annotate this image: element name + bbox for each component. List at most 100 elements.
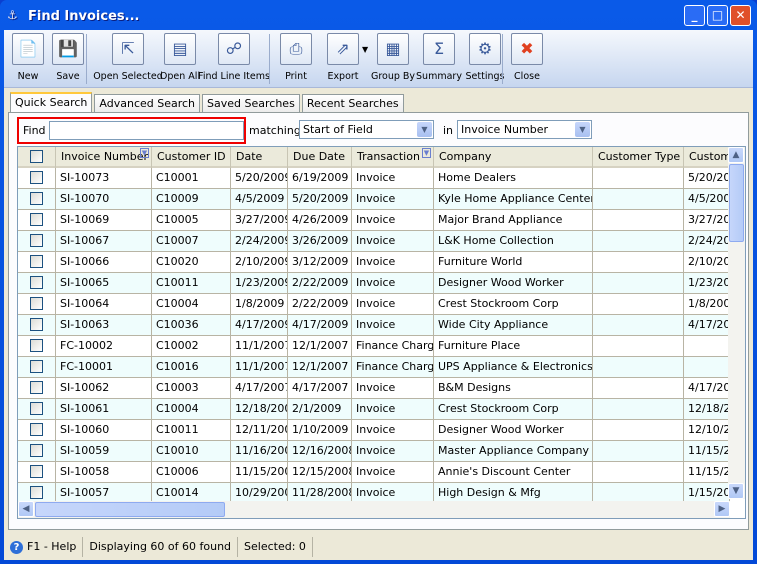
row-checkbox-cell[interactable] — [18, 252, 56, 272]
row-checkbox-cell[interactable] — [18, 315, 56, 335]
filter-icon[interactable]: ▼ — [140, 148, 149, 158]
table-row[interactable]: SI-10065 C10011 1/23/2009 2/22/2009 Invoice D… — [18, 273, 730, 294]
filter-icon[interactable]: ▼ — [422, 148, 431, 158]
scroll-down-button[interactable]: ▼ — [728, 483, 744, 499]
row-checkbox-cell[interactable] — [18, 168, 56, 188]
column-header-customer[interactable]: Customer — [684, 147, 730, 168]
table-row[interactable]: SI-10063 C10036 4/17/2009 4/17/2009 Invoice W… — [18, 315, 730, 336]
table-row[interactable]: SI-10058C1000611/15/200812/15/2008Invoic… — [18, 462, 730, 483]
toolbar-save-button[interactable]: 💾 Save — [48, 33, 88, 82]
table-row[interactable]: SI-10069 C10005 3/27/2009 4/26/2009 Invoice M… — [18, 210, 730, 231]
cell-customer-type — [593, 189, 684, 209]
maximize-button[interactable]: □ — [707, 5, 728, 26]
table-row[interactable]: SI-10067 C10007 2/24/2009 3/26/2009 Invoice L… — [18, 231, 730, 252]
chevron-down-icon[interactable]: ▼ — [575, 122, 590, 137]
toolbar-find-line-items-button[interactable]: ☍ Find Line Items — [197, 33, 271, 82]
table-row[interactable]: SI-10070 C10009 4/5/2009 5/20/2009 Invoice Ky… — [18, 189, 730, 210]
checkbox[interactable] — [30, 150, 43, 163]
row-checkbox-cell[interactable] — [18, 420, 56, 440]
checkbox[interactable] — [30, 255, 43, 268]
column-header-customer-id[interactable]: Customer ID — [152, 147, 231, 168]
table-row[interactable]: SI-10064 C10004 1/8/2009 2/22/2009 Invoice Cr… — [18, 294, 730, 315]
column-header-date[interactable]: Date — [231, 147, 288, 168]
row-checkbox-cell[interactable] — [18, 273, 56, 293]
toolbar-close-button[interactable]: ✖ Close — [507, 33, 547, 82]
column-header-transaction[interactable]: Transaction ▼ — [352, 147, 434, 168]
checkbox[interactable] — [30, 360, 43, 373]
cell-invoice-number: SI-10058 — [56, 462, 152, 482]
table-row[interactable]: SI-10062 C10003 4/17/2007 4/17/2007 Invoice B… — [18, 378, 730, 399]
row-checkbox-cell[interactable] — [18, 462, 56, 482]
checkbox[interactable] — [30, 297, 43, 310]
toolbar-group-by-button[interactable]: ▦ Group By — [368, 33, 418, 82]
minimize-button[interactable]: _ — [684, 5, 705, 26]
scroll-up-button[interactable]: ▲ — [728, 147, 744, 163]
row-checkbox-cell[interactable] — [18, 294, 56, 314]
checkbox[interactable] — [30, 423, 43, 436]
checkbox[interactable] — [30, 339, 43, 352]
column-header-due-date[interactable]: Due Date — [288, 147, 352, 168]
cell-customer-type — [593, 210, 684, 230]
checkbox[interactable] — [30, 486, 43, 499]
toolbar-print-button[interactable]: ⎙ Print — [276, 33, 316, 82]
checkbox[interactable] — [30, 318, 43, 331]
toolbar-label: New — [17, 71, 39, 82]
toolbar-new-button[interactable]: 📄 New — [8, 33, 48, 82]
vertical-scroll-thumb[interactable] — [729, 164, 744, 242]
column-header-invoice-number[interactable]: Invoice Number ▼ — [56, 147, 152, 168]
row-checkbox-cell[interactable] — [18, 483, 56, 503]
tab-quick-search[interactable]: Quick Search — [10, 92, 93, 113]
table-row[interactable]: SI-10061C1000412/18/20082/1/2009InvoiceC… — [18, 399, 730, 420]
column-header-customer-type[interactable]: Customer Type — [593, 147, 684, 168]
checkbox[interactable] — [30, 192, 43, 205]
row-checkbox-cell[interactable] — [18, 378, 56, 398]
checkbox[interactable] — [30, 213, 43, 226]
table-row[interactable]: SI-10073 C10001 5/20/2009 6/19/2009 Invoice H… — [18, 168, 730, 189]
horizontal-scrollbar[interactable]: ◀ ▶ — [18, 501, 730, 518]
row-checkbox-cell[interactable] — [18, 336, 56, 356]
row-checkbox-cell[interactable] — [18, 399, 56, 419]
checkbox[interactable] — [30, 465, 43, 478]
find-input[interactable] — [49, 121, 244, 140]
row-checkbox-cell[interactable] — [18, 357, 56, 377]
field-select[interactable]: Invoice Number ▼ — [457, 120, 592, 139]
cell-customer-id: C10016 — [152, 357, 231, 377]
tab-advanced-search[interactable]: Advanced Search — [94, 94, 201, 112]
table-row[interactable]: SI-10060C1001112/11/20081/10/2009Invoice… — [18, 420, 730, 441]
cell-invoice-number: SI-10073 — [56, 168, 152, 188]
checkbox[interactable] — [30, 381, 43, 394]
toolbar-export-button[interactable]: ⇗ Export ▼ — [316, 33, 370, 82]
toolbar-summary-button[interactable]: Σ Summary — [413, 33, 465, 82]
column-header-company[interactable]: Company — [434, 147, 593, 168]
tab-saved-searches[interactable]: Saved Searches — [202, 94, 300, 112]
matching-select[interactable]: Start of Field ▼ — [299, 120, 434, 139]
vertical-scrollbar[interactable]: ▲ ▼ — [728, 147, 745, 499]
horizontal-scroll-thumb[interactable] — [35, 502, 225, 517]
scroll-right-button[interactable]: ▶ — [714, 501, 730, 517]
checkbox[interactable] — [30, 444, 43, 457]
toolbar-open-selected-button[interactable]: ⇱ Open Selected — [92, 33, 164, 82]
checkbox[interactable] — [30, 402, 43, 415]
cell-due-date: 11/28/2008 — [288, 483, 352, 503]
table-row[interactable]: FC-10001 C10016 11/1/2007 12/1/2007 Finance … — [18, 357, 730, 378]
checkbox[interactable] — [30, 171, 43, 184]
close-button[interactable]: ✕ — [730, 5, 751, 26]
cell-due-date: 12/1/2007 — [288, 336, 352, 356]
toolbar-settings-button[interactable]: ⚙ Settings — [459, 33, 511, 82]
cell-transaction: Finance Charge — [352, 357, 434, 377]
table-row[interactable]: FC-10002 C10002 11/1/2007 12/1/2007 Finance … — [18, 336, 730, 357]
row-checkbox-cell[interactable] — [18, 189, 56, 209]
tab-recent-searches[interactable]: Recent Searches — [301, 94, 404, 112]
table-row[interactable]: SI-10066 C10020 2/10/2009 3/12/2009 Invoice F… — [18, 252, 730, 273]
checkbox[interactable] — [30, 234, 43, 247]
chevron-down-icon[interactable]: ▼ — [417, 122, 432, 137]
select-all-checkbox[interactable] — [18, 147, 56, 168]
checkbox[interactable] — [30, 276, 43, 289]
row-checkbox-cell[interactable] — [18, 441, 56, 461]
table-row[interactable]: SI-10059C1001011/16/200812/16/2008Invoic… — [18, 441, 730, 462]
row-checkbox-cell[interactable] — [18, 231, 56, 251]
row-checkbox-cell[interactable] — [18, 210, 56, 230]
scroll-left-button[interactable]: ◀ — [18, 501, 34, 517]
cell-transaction: Invoice — [352, 315, 434, 335]
help-status[interactable]: ? F1 - Help — [4, 537, 84, 557]
